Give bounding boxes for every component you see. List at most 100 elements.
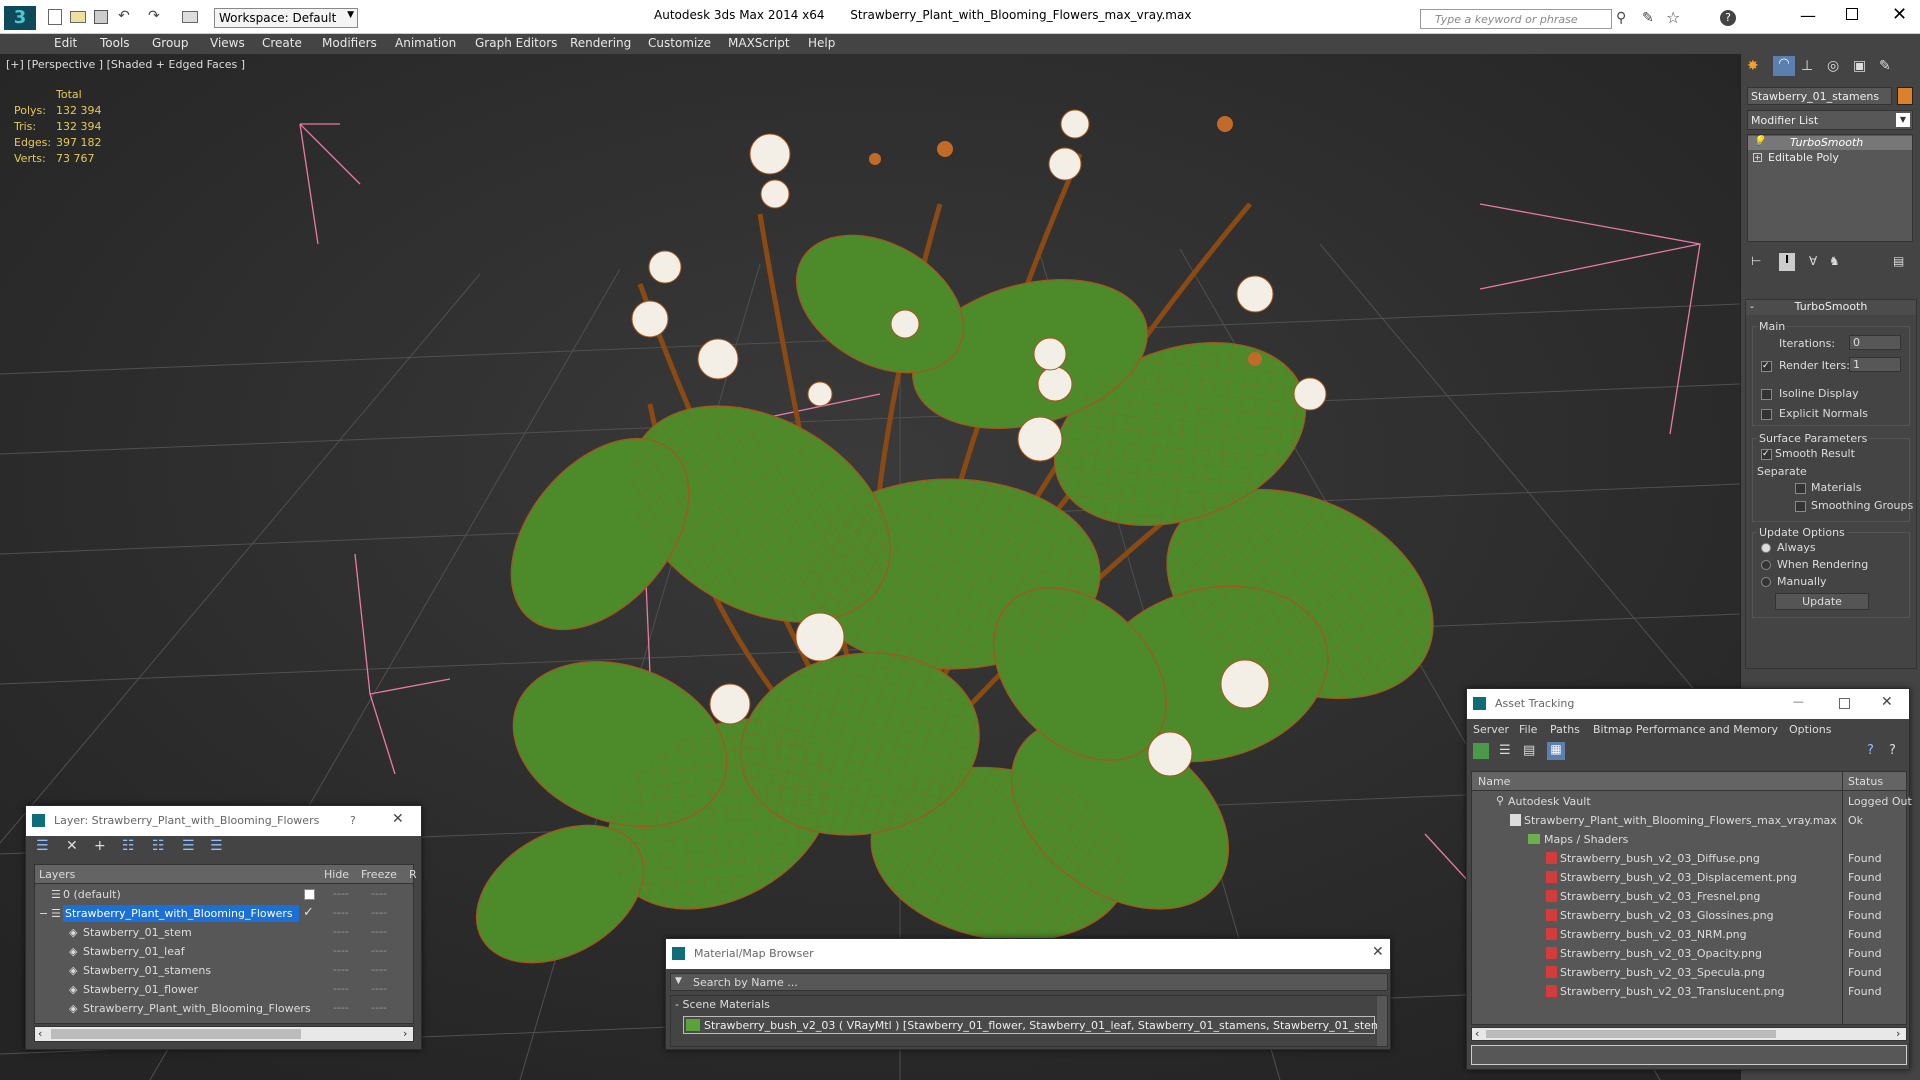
iterations-spinner[interactable]: 0 <box>1849 335 1901 350</box>
menu-maxscript[interactable]: MAXScript <box>728 36 790 50</box>
stack-item-turbosmooth[interactable]: 💡 TurboSmooth <box>1748 136 1912 150</box>
show-end-result-icon[interactable]: I <box>1779 253 1795 271</box>
manually-radio[interactable] <box>1761 577 1771 587</box>
menu-views[interactable]: Views <box>210 36 245 50</box>
add-to-layer-icon[interactable]: + <box>94 838 106 854</box>
motion-tab-icon[interactable]: ◎ <box>1827 58 1839 74</box>
delete-layer-icon[interactable]: ✕ <box>66 838 78 854</box>
scroll-right-icon[interactable]: › <box>403 1027 407 1040</box>
stack-item-editable-poly[interactable]: + Editable Poly <box>1748 151 1912 165</box>
asset-row[interactable]: Strawberry_bush_v2_03_Translucent.png Fo… <box>1472 982 1906 1001</box>
viewport-label[interactable]: [+] [Perspective ] [Shaded + Edged Faces… <box>6 58 245 71</box>
hierarchy-tab-icon[interactable]: ⊥ <box>1801 58 1813 74</box>
communication-center-icon[interactable]: ✎ <box>1642 10 1654 26</box>
freeze-toggle[interactable]: ---- <box>371 982 387 995</box>
hide-toggle[interactable]: ---- <box>333 887 349 900</box>
material-list-scrollbar[interactable] <box>1377 996 1387 1046</box>
modifier-list-dropdown[interactable]: Modifier List ▼ <box>1747 110 1913 130</box>
rollout-header[interactable]: - TurboSmooth <box>1746 300 1916 315</box>
col-status[interactable]: Status <box>1848 775 1883 788</box>
maximize-icon[interactable] <box>1839 698 1850 709</box>
help-icon[interactable]: ? <box>350 814 356 827</box>
workspace-dropdown[interactable]: Workspace: Default ▼ <box>214 8 358 28</box>
menu-customize[interactable]: Customize <box>648 36 711 50</box>
freeze-toggle[interactable]: ---- <box>371 906 387 919</box>
menu-animation[interactable]: Animation <box>395 36 456 50</box>
highlight-layer-icon[interactable]: ☷ <box>152 838 165 854</box>
menu-server[interactable]: Server <box>1473 723 1509 736</box>
create-tab-icon[interactable]: ✸ <box>1747 58 1759 74</box>
col-freeze[interactable]: Freeze <box>361 868 397 881</box>
expand-plus-icon[interactable]: + <box>1753 153 1762 162</box>
layer-row[interactable]: ◈ Stawberry_01_stamens ---- ---- <box>35 961 413 980</box>
layer-row[interactable]: ☰ 0 (default) ---- ---- <box>35 885 413 904</box>
explicit-normals-checkbox[interactable] <box>1761 409 1772 420</box>
scroll-thumb[interactable] <box>1486 1030 1776 1038</box>
hide-toggle[interactable]: ---- <box>333 925 349 938</box>
select-in-layer-icon[interactable]: ☷ <box>122 838 135 854</box>
render-iters-checkbox[interactable]: ✓ <box>1761 361 1772 372</box>
close-icon[interactable]: ✕ <box>1372 944 1384 960</box>
menu-group[interactable]: Group <box>152 36 189 50</box>
col-render[interactable]: R <box>409 868 417 881</box>
current-layer-check-icon[interactable]: ✓ <box>303 905 314 920</box>
material-browser-title-bar[interactable]: Material/Map Browser ✕ <box>666 939 1390 969</box>
chevron-down-icon[interactable]: ▼ <box>675 976 682 986</box>
menu-bitmap-performance[interactable]: Bitmap Performance and Memory <box>1593 723 1778 736</box>
asset-row[interactable]: Maps / Shaders <box>1472 830 1906 849</box>
maximize-icon[interactable] <box>1846 8 1858 20</box>
hide-toggle[interactable]: ---- <box>333 1001 349 1014</box>
freeze-all-layers-icon[interactable]: ☰ <box>210 838 223 854</box>
layer-row[interactable]: ◈ Stawberry_01_stem ---- ---- <box>35 923 413 942</box>
remove-modifier-icon[interactable]: ♞ <box>1829 254 1840 268</box>
smoothing-groups-checkbox[interactable] <box>1795 501 1806 512</box>
col-name[interactable]: Name <box>1478 775 1510 788</box>
asset-row[interactable]: Strawberry_bush_v2_03_Glossines.png Foun… <box>1472 906 1906 925</box>
help-context-icon[interactable]: ? <box>1889 743 1896 758</box>
render-iters-spinner[interactable]: 1 <box>1849 357 1901 372</box>
hide-toggle[interactable]: ---- <box>333 944 349 957</box>
binoculars-icon[interactable]: ⚲ <box>1616 10 1626 26</box>
help-icon[interactable]: ? <box>1720 10 1736 26</box>
menu-modifiers[interactable]: Modifiers <box>322 36 377 50</box>
redo-icon[interactable]: ↷ <box>148 8 160 24</box>
asset-row[interactable]: Strawberry_bush_v2_03_Diffuse.png Found <box>1472 849 1906 868</box>
menu-options[interactable]: Options <box>1789 723 1831 736</box>
layer-manager-title-bar[interactable]: Layer: Strawberry_Plant_with_Blooming_Fl… <box>26 806 421 836</box>
material-item[interactable]: Strawberry_bush_v2_03 ( VRayMtl ) [Stawb… <box>683 1016 1386 1034</box>
freeze-toggle[interactable]: ---- <box>371 887 387 900</box>
new-file-icon[interactable] <box>48 9 62 25</box>
asset-row[interactable]: Strawberry_bush_v2_03_Fresnel.png Found <box>1472 887 1906 906</box>
asset-path-field[interactable] <box>1471 1045 1907 1065</box>
menu-help[interactable]: Help <box>808 36 835 50</box>
modify-tab-icon[interactable]: ◠ <box>1773 56 1795 76</box>
asset-row[interactable]: Strawberry_Plant_with_Blooming_Flowers_m… <box>1472 811 1906 830</box>
close-icon[interactable]: ✕ <box>392 811 404 827</box>
freeze-toggle[interactable]: ---- <box>371 1001 387 1014</box>
menu-paths[interactable]: Paths <box>1550 723 1580 736</box>
col-hide[interactable]: Hide <box>324 868 349 881</box>
freeze-toggle[interactable]: ---- <box>371 925 387 938</box>
menu-file[interactable]: File <box>1519 723 1537 736</box>
current-layer-checkbox[interactable] <box>304 889 315 900</box>
search-input[interactable]: Type a keyword or phrase <box>1435 13 1578 26</box>
pin-stack-icon[interactable]: ⊢ <box>1751 254 1761 268</box>
material-search-bar[interactable]: ▼ Search by Name ... <box>670 973 1388 991</box>
thumbnail-view-icon[interactable]: ▤ <box>1523 743 1535 758</box>
project-folder-icon[interactable] <box>182 11 198 23</box>
asset-tracking-title-bar[interactable]: Asset Tracking — ✕ <box>1467 689 1909 719</box>
make-unique-icon[interactable]: ∀ <box>1809 254 1817 268</box>
minimize-icon[interactable]: — <box>1800 6 1816 25</box>
layer-row[interactable]: − ☰ Strawberry_Plant_with_Blooming_Flowe… <box>35 904 413 923</box>
minimize-icon[interactable]: — <box>1793 695 1804 708</box>
menu-tools[interactable]: Tools <box>100 36 130 50</box>
favorites-star-icon[interactable]: ☆ <box>1666 8 1680 27</box>
configure-sets-icon[interactable]: ▤ <box>1893 254 1904 268</box>
utilities-tab-icon[interactable]: ✎ <box>1879 58 1891 74</box>
hide-all-layers-icon[interactable]: ☰ <box>182 838 195 854</box>
smooth-result-checkbox[interactable]: ✓ <box>1761 449 1772 460</box>
list-view-icon[interactable]: ☰ <box>1499 743 1511 758</box>
materials-checkbox[interactable] <box>1795 483 1806 494</box>
save-file-icon[interactable] <box>94 10 108 24</box>
col-layers[interactable]: Layers <box>39 868 75 881</box>
